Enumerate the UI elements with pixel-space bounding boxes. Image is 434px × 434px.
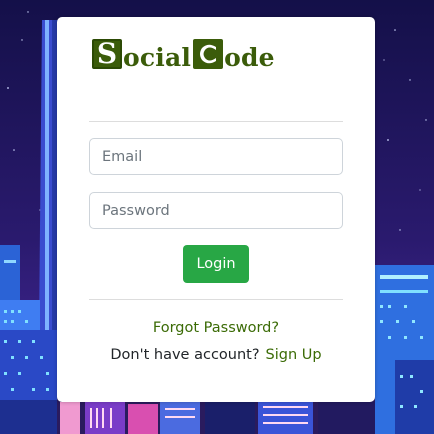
divider-bottom — [89, 299, 343, 300]
logo-c-block — [193, 39, 224, 69]
logo-text-ocial: ocial — [123, 42, 192, 72]
sign-up-link[interactable]: Sign Up — [266, 347, 322, 363]
login-card: S ocial ode Login Forgot Password? Don't… — [57, 17, 375, 402]
divider-top — [89, 121, 343, 122]
logo-text-ode: ode — [224, 42, 275, 72]
login-button[interactable]: Login — [183, 245, 249, 283]
no-account-text: Don't have account? — [110, 347, 260, 363]
signup-row: Don't have account? Sign Up — [57, 347, 375, 363]
logo-s-block: S — [92, 39, 122, 69]
email-field[interactable] — [89, 138, 343, 175]
socialcode-logo: S ocial ode — [92, 37, 275, 72]
password-field[interactable] — [89, 192, 343, 229]
forgot-password-link[interactable]: Forgot Password? — [57, 320, 375, 336]
